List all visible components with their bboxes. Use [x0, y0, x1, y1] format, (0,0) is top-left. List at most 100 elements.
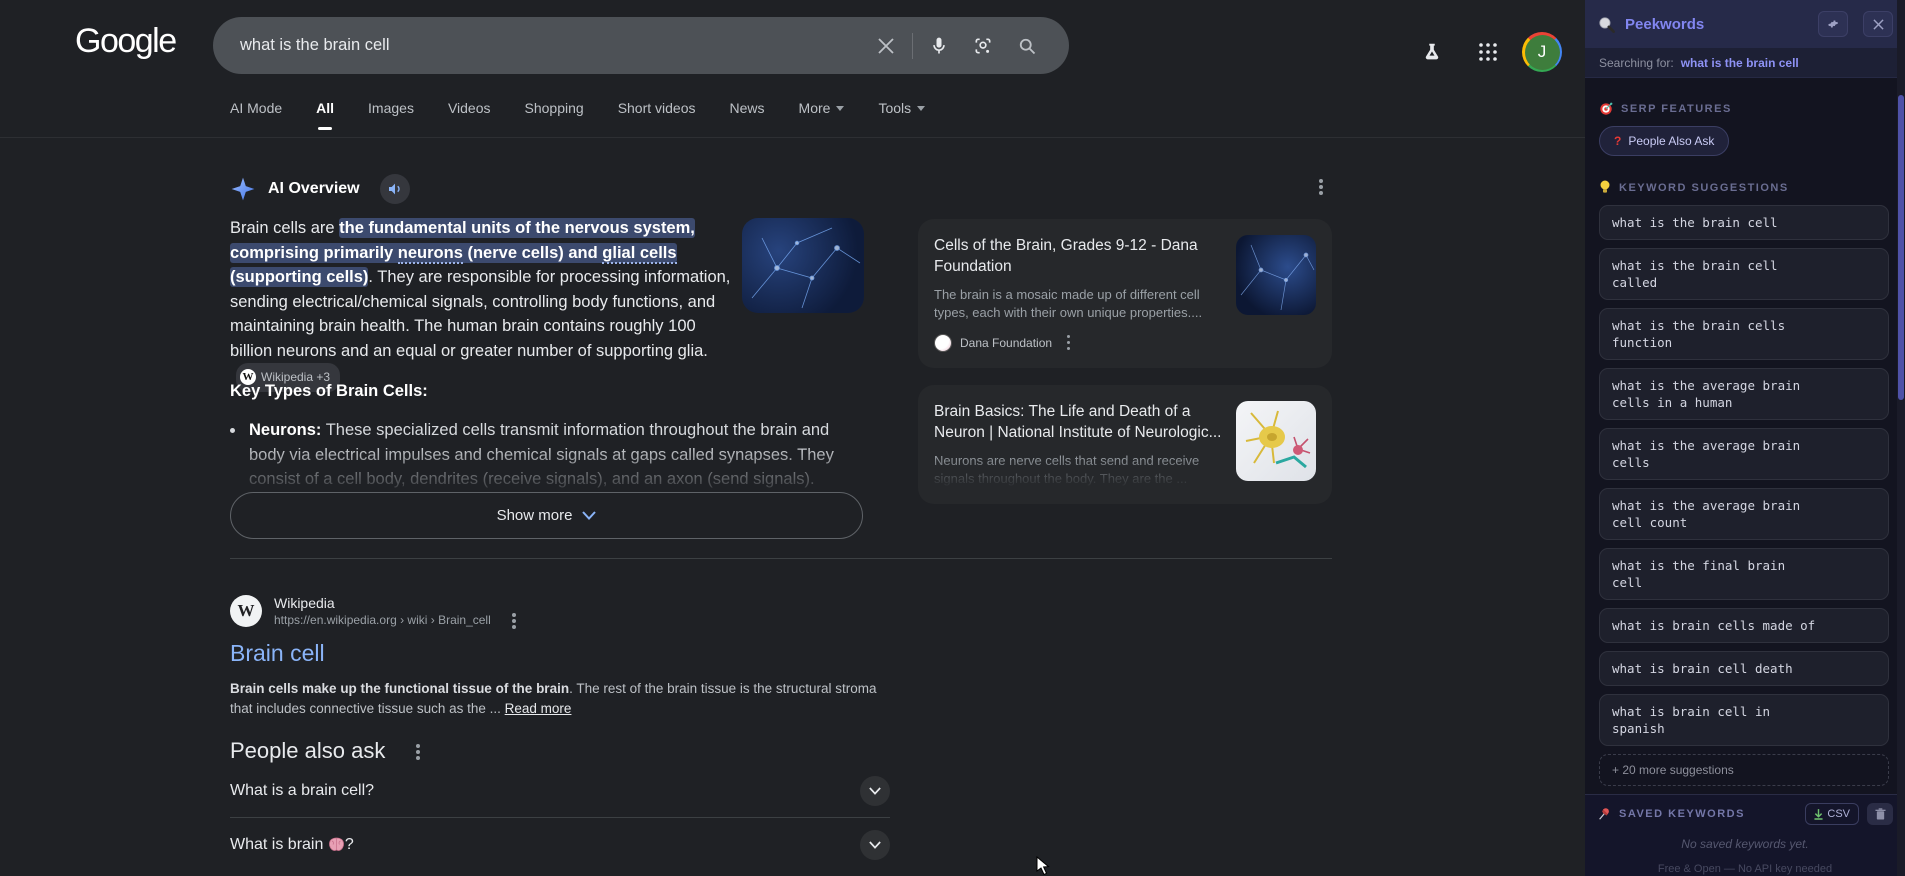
search-icon: [1017, 36, 1037, 56]
result-menu-button[interactable]: [505, 612, 519, 628]
card-title[interactable]: Cells of the Brain, Grades 9-12 - Dana F…: [934, 235, 1222, 277]
voice-search-button[interactable]: [917, 24, 961, 68]
suggestion-item[interactable]: what is the brain cell called: [1599, 248, 1889, 300]
panel-scrollbar[interactable]: [1897, 0, 1905, 876]
tab-images[interactable]: Images: [368, 100, 414, 130]
tab-more[interactable]: More: [799, 100, 845, 130]
card-description: Neurons are nerve cells that send and re…: [934, 452, 1222, 488]
tab-shopping[interactable]: Shopping: [525, 100, 584, 130]
result-url: https://en.wikipedia.org › wiki › Brain_…: [274, 612, 519, 628]
more-suggestions-button[interactable]: + 20 more suggestions: [1599, 754, 1889, 786]
saved-keywords-heading: SAVED KEYWORDS: [1619, 808, 1797, 820]
show-more-button[interactable]: Show more: [230, 492, 863, 539]
result-title-link[interactable]: Brain cell: [230, 640, 930, 667]
clear-saved-button[interactable]: [1867, 803, 1893, 825]
suggestion-item[interactable]: what is the final brain cell: [1599, 548, 1889, 600]
lens-search-button[interactable]: [961, 24, 1005, 68]
ai-overview-thumbnail[interactable]: [742, 218, 864, 313]
bullet-dot: [230, 428, 235, 433]
card-menu-button[interactable]: [1060, 334, 1078, 352]
labs-flask-icon: [1421, 41, 1443, 63]
expand-question-button[interactable]: [860, 830, 890, 860]
section-divider: [230, 558, 1332, 559]
ai-overview-text: Brain cells are the fundamental units of…: [230, 216, 735, 392]
paa-question-1[interactable]: What is a brain cell?: [230, 764, 890, 818]
ai-overview-menu-button[interactable]: [1312, 178, 1330, 196]
neurons-link[interactable]: neurons: [398, 244, 463, 264]
card-title[interactable]: Brain Basics: The Life and Death of a Ne…: [934, 401, 1222, 443]
question-mark-icon: ?: [1614, 134, 1621, 148]
panel-body: SERP FEATURES ? People Also Ask KEYWORD …: [1585, 78, 1905, 854]
lightbulb-icon: [1599, 180, 1611, 195]
search-bar[interactable]: what is the brain cell: [213, 17, 1069, 74]
expand-question-button[interactable]: [860, 776, 890, 806]
suggestion-item[interactable]: what is the brain cell: [1599, 205, 1889, 240]
serp-feature-chip-paa[interactable]: ? People Also Ask: [1599, 126, 1729, 156]
close-icon: [877, 37, 895, 55]
empty-saved-message: No saved keywords yet.: [1597, 837, 1893, 851]
tabs-divider: [0, 137, 1585, 138]
serp-features-heading: SERP FEATURES: [1599, 102, 1889, 116]
card-thumbnail[interactable]: [1236, 401, 1316, 481]
tab-ai-mode[interactable]: AI Mode: [230, 100, 282, 130]
paa-heading: People also ask: [230, 738, 385, 764]
apps-grid-icon: [1478, 42, 1498, 62]
ai-overview-subheading: Key Types of Brain Cells:: [230, 382, 428, 401]
chevron-down-icon: [836, 106, 844, 111]
card-thumbnail[interactable]: [1236, 235, 1316, 315]
keyword-suggestions-heading: KEYWORD SUGGESTIONS: [1599, 180, 1889, 195]
google-logo[interactable]: Google: [75, 22, 176, 61]
pushpin-icon: [1597, 807, 1611, 821]
google-apps-button[interactable]: [1466, 30, 1510, 74]
tab-videos[interactable]: Videos: [448, 100, 491, 130]
scrollbar-thumb[interactable]: [1898, 95, 1904, 400]
google-lens-icon: [973, 36, 993, 56]
suggestion-item[interactable]: what is the average brain cells: [1599, 428, 1889, 480]
gear-icon: [1827, 18, 1839, 30]
result-tabs: AI Mode All Images Videos Shopping Short…: [230, 100, 925, 130]
paa-question-2[interactable]: What is brain ?: [230, 818, 890, 872]
ai-overview-bullet: Neurons: These specialized cells transmi…: [230, 418, 850, 492]
panel-title: Peekwords: [1625, 16, 1803, 33]
result-site-name: Wikipedia: [274, 594, 519, 612]
paa-menu-button[interactable]: [409, 743, 423, 759]
searchbar-divider: [912, 33, 913, 59]
search-submit-button[interactable]: [1005, 24, 1049, 68]
source-card-ninds[interactable]: Brain Basics: The Life and Death of a Ne…: [918, 385, 1332, 504]
saved-keywords-bar: SAVED KEYWORDS CSV No saved keywords yet…: [1585, 794, 1905, 876]
account-avatar[interactable]: J: [1522, 32, 1562, 72]
trash-icon: [1875, 808, 1886, 820]
ai-overview-title: AI Overview: [268, 180, 360, 198]
panel-footer-note: Free & Open — No API key needed: [1597, 863, 1893, 875]
search-input[interactable]: what is the brain cell: [213, 36, 864, 55]
ai-sparkle-icon: [230, 176, 256, 202]
close-icon: [1873, 19, 1884, 30]
suggestion-item[interactable]: what is the average brain cell count: [1599, 488, 1889, 540]
tab-all[interactable]: All: [316, 100, 334, 130]
panel-close-button[interactable]: [1863, 11, 1893, 37]
panel-header: Peekwords: [1585, 0, 1905, 48]
source-card-dana[interactable]: Cells of the Brain, Grades 9-12 - Dana F…: [918, 219, 1332, 368]
listen-button[interactable]: [380, 174, 410, 204]
searching-label: Searching for:: [1599, 56, 1674, 70]
suggestion-item[interactable]: what is the average brain cells in a hum…: [1599, 368, 1889, 420]
result-source-header[interactable]: W Wikipedia https://en.wikipedia.org › w…: [230, 594, 930, 628]
labs-button[interactable]: [1410, 30, 1454, 74]
suggestion-item[interactable]: what is brain cell in spanish: [1599, 694, 1889, 746]
google-results-page: Google what is the brain cell: [0, 0, 1585, 876]
panel-settings-button[interactable]: [1818, 11, 1848, 37]
tab-tools[interactable]: Tools: [878, 100, 925, 130]
peekwords-panel: Peekwords Searching for: what is the bra…: [1585, 0, 1905, 876]
clear-search-button[interactable]: [864, 24, 908, 68]
glial-cells-link[interactable]: glial cells: [602, 244, 676, 264]
magnifier-icon: [1597, 15, 1616, 34]
searching-for-row: Searching for: what is the brain cell: [1585, 48, 1905, 78]
suggestion-item[interactable]: what is brain cell death: [1599, 651, 1889, 686]
suggestion-item[interactable]: what is the brain cells function: [1599, 308, 1889, 360]
tab-news[interactable]: News: [730, 100, 765, 130]
tab-short-videos[interactable]: Short videos: [618, 100, 696, 130]
card-source: Dana Foundation: [960, 336, 1052, 350]
read-more-link[interactable]: Read more: [505, 701, 572, 716]
export-csv-button[interactable]: CSV: [1805, 803, 1859, 825]
suggestion-item[interactable]: what is brain cells made of: [1599, 608, 1889, 643]
